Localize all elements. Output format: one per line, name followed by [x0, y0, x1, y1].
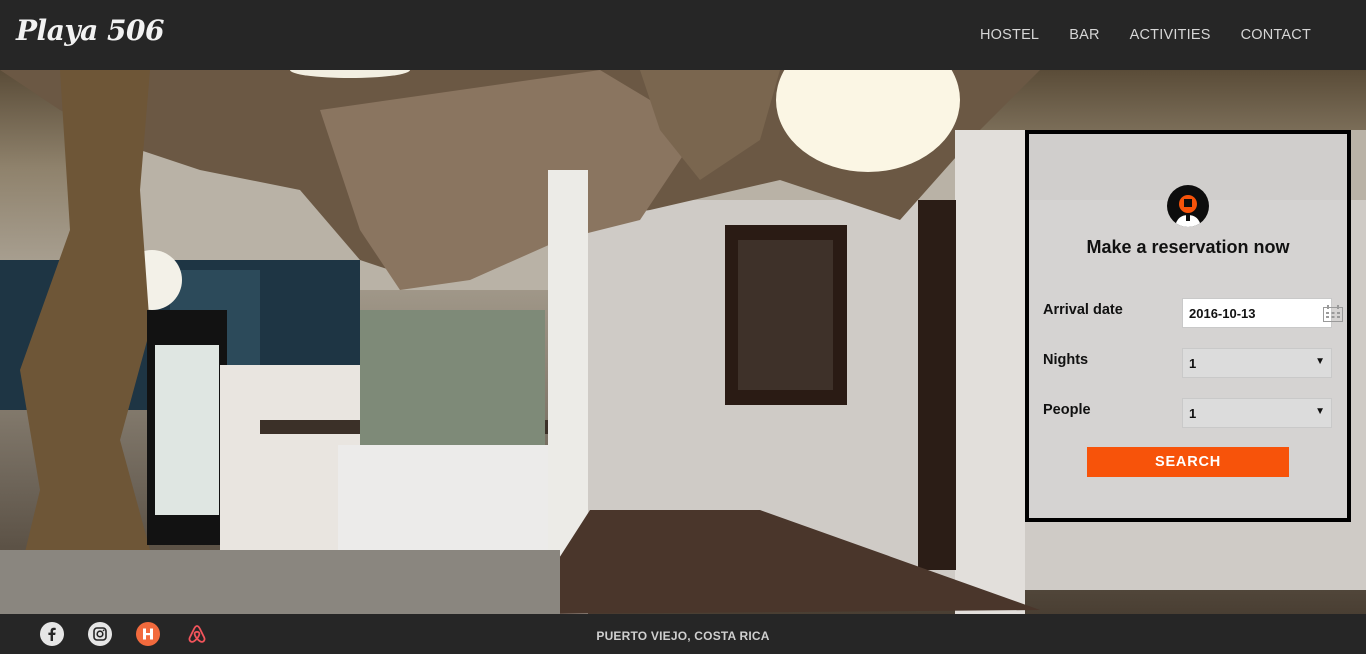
search-button[interactable]: SEARCH [1087, 447, 1289, 477]
footer-location: PUERTO VIEJO, COSTA RICA [596, 629, 770, 643]
receptionist-avatar-icon [1167, 185, 1209, 227]
top-navbar: Playa 506 HOSTEL BAR ACTIVITIES CONTACT [0, 0, 1366, 70]
chevron-down-icon: ▼ [1315, 406, 1325, 417]
reservation-card: Make a reservation now Arrival date 2016… [1025, 130, 1351, 522]
people-value: 1 [1189, 405, 1197, 421]
people-select[interactable]: 1 ▼ [1182, 398, 1332, 428]
nav-activities-link[interactable]: ACTIVITIES [1130, 27, 1211, 43]
site-logo[interactable]: Playa 506 [16, 14, 164, 47]
people-label: People [1043, 402, 1091, 418]
arrival-date-label: Arrival date [1043, 302, 1123, 318]
nights-label: Nights [1043, 352, 1089, 368]
reservation-title: Make a reservation now [1086, 237, 1290, 257]
nav-bar-link[interactable]: BAR [1069, 27, 1099, 43]
arrival-date-value: 2016-10-13 [1189, 305, 1256, 321]
nav-contact-link[interactable]: CONTACT [1241, 27, 1311, 43]
footer-bar: PUERTO VIEJO, COSTA RICA [0, 614, 1366, 654]
chevron-down-icon: ▼ [1315, 356, 1325, 367]
arrival-date-input[interactable]: 2016-10-13 [1182, 298, 1343, 328]
nav-hostel-link[interactable]: HOSTEL [980, 27, 1039, 43]
nights-select[interactable]: 1 ▼ [1182, 348, 1332, 378]
nights-value: 1 [1189, 355, 1197, 371]
hero-photo: Make a reservation now Arrival date 2016… [0, 70, 1366, 614]
main-nav: HOSTEL BAR ACTIVITIES CONTACT [980, 0, 1311, 70]
